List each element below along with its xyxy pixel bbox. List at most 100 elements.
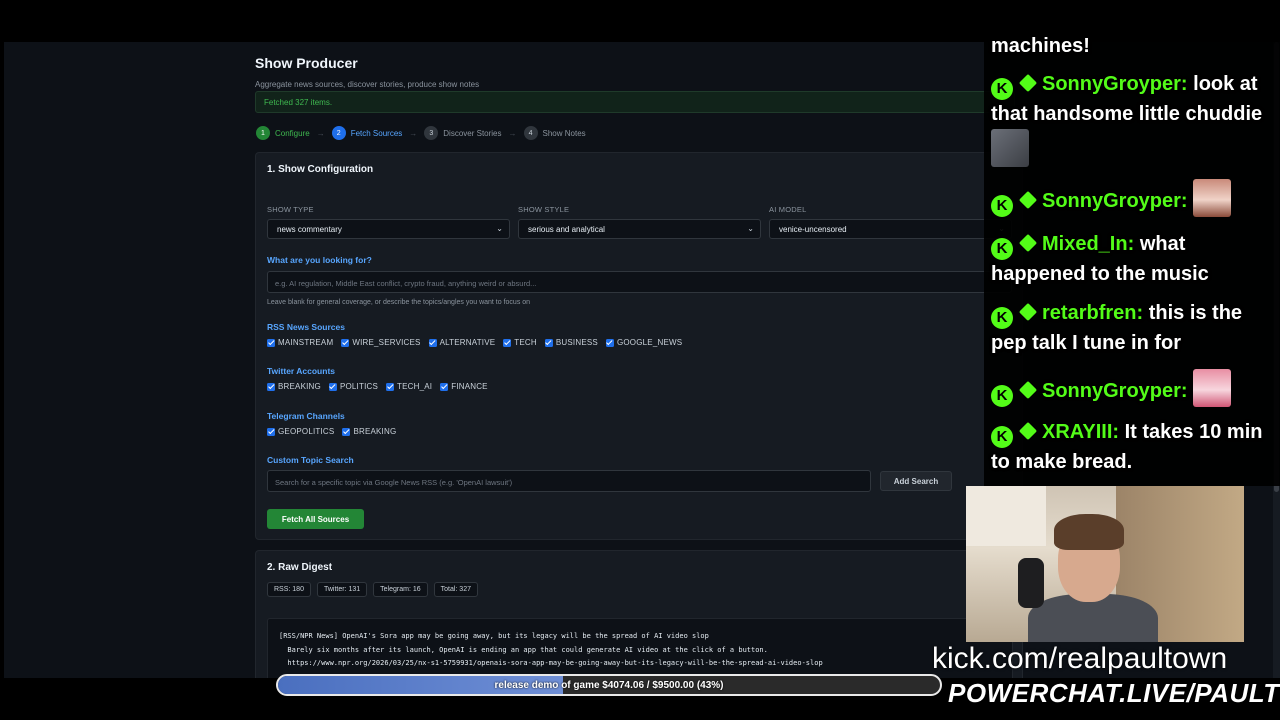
checkbox-label: GOOGLE_NEWS xyxy=(616,338,683,347)
chat-username: Mixed_In: xyxy=(1042,233,1135,255)
show-style-value: serious and analytical xyxy=(528,225,605,234)
chat-message: K Mixed_In: what happened to the music xyxy=(991,230,1270,289)
streamer-hair xyxy=(1054,514,1124,550)
topic-focus-hint: Leave blank for general coverage, or des… xyxy=(267,299,531,306)
step-number: 1 xyxy=(256,126,270,140)
status-banner: Fetched 327 items. xyxy=(255,91,1015,113)
checkbox-checked-icon xyxy=(428,338,437,347)
digest-line: Barely six months after its launch, Open… xyxy=(279,645,768,654)
checkbox-label: MAINSTREAM xyxy=(278,338,334,347)
subscriber-gem-icon xyxy=(1018,190,1038,210)
show-style-label: SHOW STYLE xyxy=(518,205,570,214)
anime-girl-emote-icon xyxy=(1193,179,1232,217)
step-fetch-sources[interactable]: 2 Fetch Sources xyxy=(331,126,403,140)
step-arrow-icon: → xyxy=(508,128,517,138)
checkbox-checked-icon xyxy=(503,338,512,347)
show-type-select[interactable]: news commentary ⌄ xyxy=(267,219,510,239)
custom-topic-input[interactable]: Search for a specific topic via Google N… xyxy=(267,470,871,492)
checkbox-checked-icon xyxy=(341,338,350,347)
telegram-channels-checkboxes: GEOPOLITICS BREAKING xyxy=(267,427,404,436)
chevron-down-icon: ⌄ xyxy=(496,224,503,233)
ai-model-label: AI MODEL xyxy=(769,205,807,214)
twitter-accounts-checkboxes: BREAKING POLITICS TECH_AI FINANCE xyxy=(267,382,496,391)
checkbox-wire-services[interactable]: WIRE_SERVICES xyxy=(341,338,420,347)
section-heading: 2. Raw Digest xyxy=(267,562,333,573)
ai-model-value: venice-uncensored xyxy=(779,225,847,234)
kick-badge-icon: K xyxy=(991,426,1013,448)
subscriber-gem-icon xyxy=(1018,421,1038,441)
checkbox-alternative[interactable]: ALTERNATIVE xyxy=(428,338,496,347)
checkbox-politics[interactable]: POLITICS xyxy=(328,382,379,391)
add-search-button[interactable]: Add Search xyxy=(880,471,952,491)
checkbox-label: BREAKING xyxy=(278,382,321,391)
checkbox-checked-icon xyxy=(386,382,395,391)
subscriber-gem-icon xyxy=(1018,380,1038,400)
checkbox-label: GEOPOLITICS xyxy=(278,427,335,436)
chat-text: machines! xyxy=(991,36,1090,57)
show-type-label: SHOW TYPE xyxy=(267,205,314,214)
checkbox-business[interactable]: BUSINESS xyxy=(544,338,598,347)
checkbox-checked-icon xyxy=(267,382,275,391)
raw-digest-card: 2. Raw Digest RSS: 180 Twitter: 131 Tele… xyxy=(255,550,1023,690)
show-style-select[interactable]: serious and analytical ⌄ xyxy=(518,219,761,239)
chat-message: K SonnyGroyper: xyxy=(991,179,1270,217)
step-show-notes[interactable]: 4 Show Notes xyxy=(523,126,586,140)
fetch-all-sources-button[interactable]: Fetch All Sources xyxy=(267,509,364,529)
donation-goal-bar: release demo of game $4074.06 / $9500.00… xyxy=(276,674,942,696)
page-title: Show Producer xyxy=(255,55,358,71)
stream-frame: Show Producer Aggregate news sources, di… xyxy=(0,0,1280,720)
checkbox-label: BREAKING xyxy=(353,427,397,436)
step-arrow-icon: → xyxy=(409,128,418,138)
digest-line: [RSS/NPR News] OpenAI's Sora app may be … xyxy=(279,632,709,640)
telegram-channels-label: Telegram Channels xyxy=(267,411,345,421)
step-configure[interactable]: 1 Configure xyxy=(256,126,310,140)
webcam-window xyxy=(966,486,1046,546)
checkbox-finance[interactable]: FINANCE xyxy=(440,382,488,391)
rss-sources-label: RSS News Sources xyxy=(267,322,345,332)
page-subtitle: Aggregate news sources, discover stories… xyxy=(255,80,480,89)
checkbox-checked-icon xyxy=(605,338,614,347)
section-heading: 1. Show Configuration xyxy=(267,164,374,175)
step-discover-stories[interactable]: 3 Discover Stories xyxy=(424,126,502,140)
checkbox-label: POLITICS xyxy=(339,382,379,391)
kick-badge-icon: K xyxy=(991,238,1013,260)
checkbox-checked-icon xyxy=(440,382,449,391)
stat-telegram: Telegram: 16 xyxy=(373,582,428,597)
subscriber-gem-icon xyxy=(1018,233,1038,253)
digest-line: https://www.npr.org/2026/03/25/nx-s1-575… xyxy=(279,659,823,667)
chat-message: K SonnyGroyper: xyxy=(991,369,1270,407)
step-label: Configure xyxy=(275,128,310,138)
kick-badge-icon: K xyxy=(991,385,1013,407)
checkbox-geopolitics[interactable]: GEOPOLITICS xyxy=(267,427,334,436)
checkbox-tech[interactable]: TECH xyxy=(503,338,537,347)
checkbox-mainstream[interactable]: MAINSTREAM xyxy=(267,338,333,347)
checkbox-label: FINANCE xyxy=(451,382,488,391)
kick-badge-icon: K xyxy=(991,78,1013,100)
chat-message: K XRAYIII: It takes 10 min to make bread. xyxy=(991,418,1270,477)
show-configuration-card: 1. Show Configuration SHOW TYPE news com… xyxy=(255,152,1023,540)
checkbox-label: TECH_AI xyxy=(397,382,433,391)
step-label: Fetch Sources xyxy=(350,128,403,138)
chat-message: machines! xyxy=(991,36,1270,61)
kick-channel-url: kick.com/realpaultown xyxy=(932,642,1228,675)
checkbox-google-news[interactable]: GOOGLE_NEWS xyxy=(605,338,683,347)
chat-username: retarbfren: xyxy=(1042,302,1144,324)
topic-focus-input[interactable]: e.g. AI regulation, Middle East conflict… xyxy=(267,271,1012,293)
checkbox-label: WIRE_SERVICES xyxy=(352,338,421,347)
digest-stats: RSS: 180 Twitter: 131 Telegram: 16 Total… xyxy=(267,582,484,597)
checkbox-tech-ai[interactable]: TECH_AI xyxy=(386,382,432,391)
custom-topic-label: Custom Topic Search xyxy=(267,455,354,465)
checkbox-label: BUSINESS xyxy=(555,338,598,347)
stat-total: Total: 327 xyxy=(433,582,478,597)
rabbit-emote-icon xyxy=(991,129,1029,167)
ai-model-select[interactable]: venice-uncensored ⌄ xyxy=(769,219,1012,239)
checkbox-checked-icon xyxy=(267,338,275,347)
checkbox-breaking[interactable]: BREAKING xyxy=(267,382,321,391)
step-label: Discover Stories xyxy=(443,128,502,138)
chat-username: SonnyGroyper: xyxy=(1042,73,1188,95)
rss-sources-checkboxes: MAINSTREAM WIRE_SERVICES ALTERNATIVE TEC… xyxy=(267,338,690,347)
chat-username: XRAYIII: xyxy=(1042,421,1120,443)
chevron-down-icon: ⌄ xyxy=(747,224,754,233)
microphone-icon xyxy=(1018,558,1044,608)
checkbox-telegram-breaking[interactable]: BREAKING xyxy=(342,427,396,436)
